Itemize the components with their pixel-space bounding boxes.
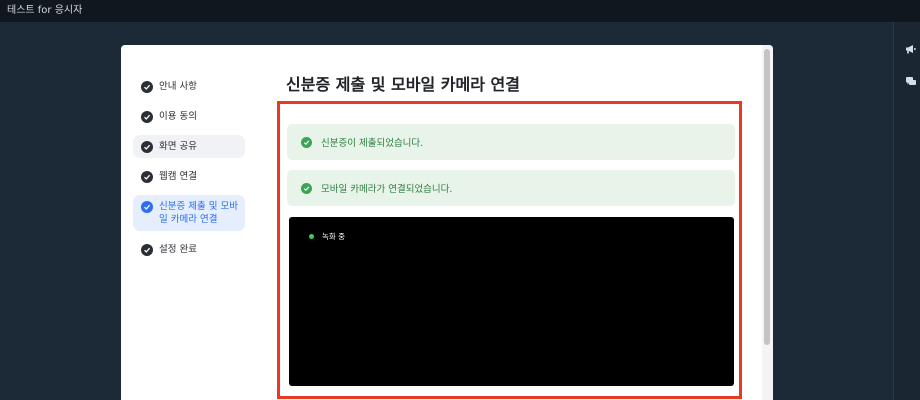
check-icon [141,140,153,153]
check-icon [141,110,153,123]
step-sidebar: 안내 사항 이용 동의 화면 공유 웹캠 연결 신분증 제출 및 모바일 카메라… [133,75,249,261]
step-item-id-mobile-camera[interactable]: 신분증 제출 및 모바일 카메라 연결 [133,195,245,231]
chat-icon[interactable] [905,75,917,87]
window-title-bar: 테스트 for 응시자 [0,0,920,22]
step-item-webcam[interactable]: 웹캠 연결 [133,165,245,188]
modal-scrollbar[interactable] [762,45,773,400]
window-title: 테스트 for 응시자 [7,5,83,16]
recording-label: 녹화 중 [322,232,346,241]
step-label: 신분증 제출 및 모바일 카메라 연결 [159,201,238,225]
scrollbar-thumb[interactable] [764,49,770,345]
right-rail [893,22,920,400]
recording-dot-icon [309,234,314,239]
status-text: 신분증이 제출되었습니다. [321,138,424,149]
setup-modal: 안내 사항 이용 동의 화면 공유 웹캠 연결 신분증 제출 및 모바일 카메라… [121,45,773,400]
check-icon [141,80,153,93]
step-label: 안내 사항 [159,81,197,92]
status-text: 모바일 카메라가 연결되었습니다. [321,184,453,195]
megaphone-icon[interactable] [905,43,917,55]
mobile-camera-preview: 녹화 중 [289,217,734,386]
step-label: 설정 완료 [159,244,197,255]
check-icon [141,200,153,213]
status-mobile-camera-connected: 모바일 카메라가 연결되었습니다. [287,170,735,206]
step-label: 웹캠 연결 [159,171,197,182]
check-icon [141,243,153,256]
step-item-guide[interactable]: 안내 사항 [133,75,245,98]
recording-indicator: 녹화 중 [309,231,345,242]
step-label: 이용 동의 [159,111,197,122]
step-label: 화면 공유 [159,141,197,152]
check-icon [141,170,153,183]
page-title: 신분증 제출 및 모바일 카메라 연결 [286,75,520,94]
status-id-submitted: 신분증이 제출되었습니다. [287,124,735,160]
success-check-icon [301,136,312,148]
step-item-complete[interactable]: 설정 완료 [133,238,245,261]
step-item-screen-share[interactable]: 화면 공유 [133,135,245,158]
step-item-consent[interactable]: 이용 동의 [133,105,245,128]
success-check-icon [301,182,312,194]
